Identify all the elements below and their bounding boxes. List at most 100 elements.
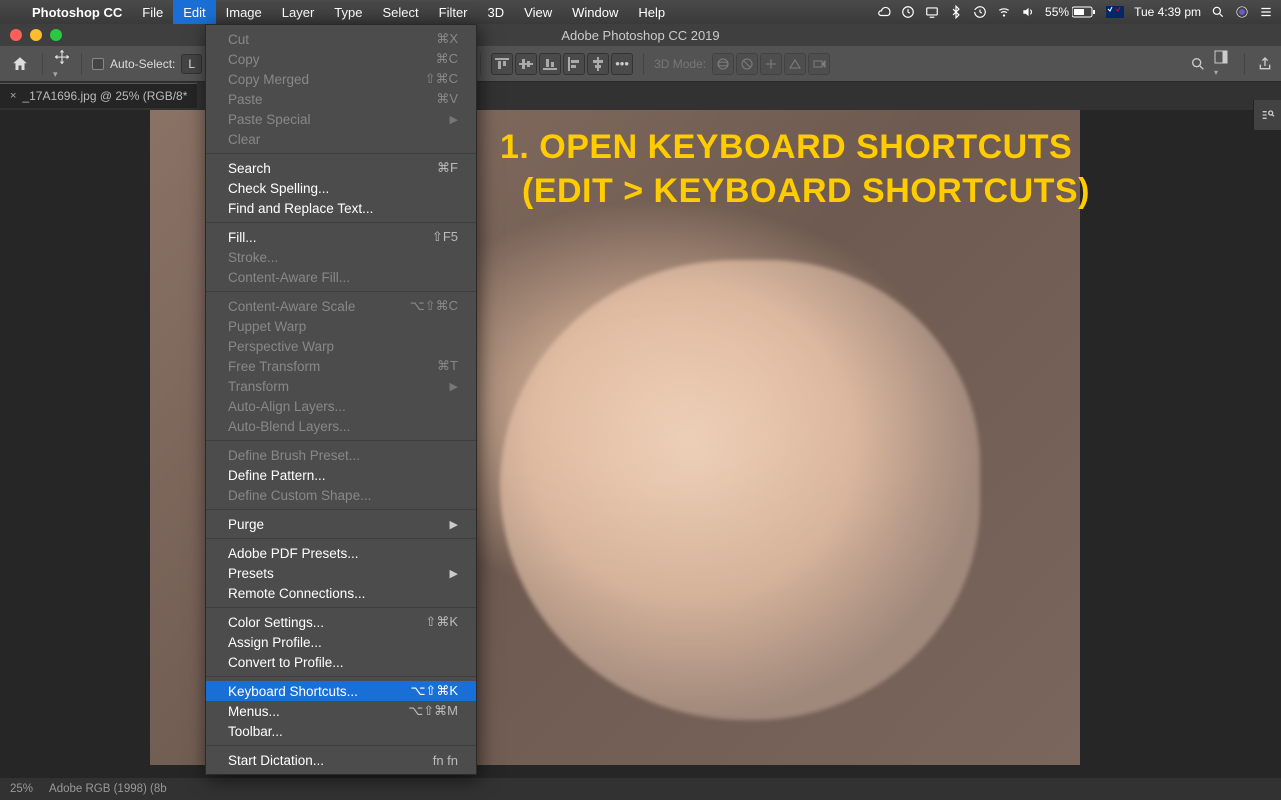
menu-item-shortcut: ⇧⌘C bbox=[425, 71, 458, 87]
options-bar: ▾ Auto-Select: L ••• 3D Mode: ▾ bbox=[0, 46, 1281, 82]
zoom-level[interactable]: 25% bbox=[10, 783, 33, 795]
auto-select-checkbox[interactable] bbox=[92, 58, 104, 70]
menu-item-color-settings[interactable]: Color Settings...⇧⌘K bbox=[206, 612, 476, 632]
menu-image[interactable]: Image bbox=[216, 0, 272, 24]
menu-item-label: Paste Special bbox=[228, 112, 450, 127]
menu-item-label: Convert to Profile... bbox=[228, 655, 458, 670]
menu-item-menus[interactable]: Menus...⌥⇧⌘M bbox=[206, 701, 476, 721]
align-bottom-button[interactable] bbox=[539, 53, 561, 75]
search-icon[interactable] bbox=[1190, 56, 1206, 72]
bluetooth-icon[interactable] bbox=[949, 5, 963, 19]
close-tab-icon[interactable]: × bbox=[10, 90, 16, 102]
menu-divider bbox=[206, 607, 476, 608]
menu-item-define-pattern[interactable]: Define Pattern... bbox=[206, 465, 476, 485]
menu-item-presets[interactable]: Presets▶ bbox=[206, 563, 476, 583]
menu-layer[interactable]: Layer bbox=[272, 0, 325, 24]
menu-help[interactable]: Help bbox=[628, 0, 675, 24]
align-left-button[interactable] bbox=[563, 53, 585, 75]
menubar-status-area: 55% Tue 4:39 pm bbox=[877, 5, 1273, 19]
menu-item-label: Content-Aware Fill... bbox=[228, 270, 458, 285]
move-tool-icon[interactable]: ▾ bbox=[53, 48, 71, 80]
menu-item-start-dictation[interactable]: Start Dictation...fn fn bbox=[206, 750, 476, 770]
menu-item-label: Define Pattern... bbox=[228, 468, 458, 483]
menu-item-label: Cut bbox=[228, 32, 436, 47]
properties-panel-toggle[interactable] bbox=[1253, 100, 1281, 130]
home-button[interactable] bbox=[8, 52, 32, 76]
menu-item-define-custom-shape: Define Custom Shape... bbox=[206, 485, 476, 505]
menu-item-content-aware-fill: Content-Aware Fill... bbox=[206, 267, 476, 287]
threed-roll-button[interactable] bbox=[736, 53, 758, 75]
align-top-button[interactable] bbox=[491, 53, 513, 75]
volume-icon[interactable] bbox=[1021, 5, 1035, 19]
siri-icon[interactable] bbox=[1235, 5, 1249, 19]
menu-item-shortcut: ⌘T bbox=[437, 358, 458, 374]
threed-mode-label: 3D Mode: bbox=[654, 57, 706, 71]
align-button-group: ••• bbox=[491, 53, 633, 75]
menu-item-shortcut: ⌘V bbox=[436, 91, 458, 107]
siri-sync-icon[interactable] bbox=[901, 5, 915, 19]
menu-item-label: Menus... bbox=[228, 704, 408, 719]
menu-item-fill[interactable]: Fill...⇧F5 bbox=[206, 227, 476, 247]
menu-divider bbox=[206, 291, 476, 292]
menu-item-label: Clear bbox=[228, 132, 458, 147]
menu-item-shortcut: ⇧F5 bbox=[432, 229, 458, 245]
align-vcenter-button[interactable] bbox=[515, 53, 537, 75]
spotlight-icon[interactable] bbox=[1211, 5, 1225, 19]
menu-item-remote-connections[interactable]: Remote Connections... bbox=[206, 583, 476, 603]
menu-filter[interactable]: Filter bbox=[429, 0, 478, 24]
menu-item-purge[interactable]: Purge▶ bbox=[206, 514, 476, 534]
notifications-icon[interactable] bbox=[1259, 5, 1273, 19]
menu-window[interactable]: Window bbox=[562, 0, 628, 24]
menu-item-toolbar[interactable]: Toolbar... bbox=[206, 721, 476, 741]
menu-item-stroke: Stroke... bbox=[206, 247, 476, 267]
threed-button-group bbox=[712, 53, 830, 75]
menu-item-keyboard-shortcuts[interactable]: Keyboard Shortcuts...⌥⇧⌘K bbox=[206, 681, 476, 701]
menu-item-cut: Cut⌘X bbox=[206, 29, 476, 49]
menu-item-label: Auto-Blend Layers... bbox=[228, 419, 458, 434]
threed-slide-button[interactable] bbox=[784, 53, 806, 75]
menu-item-paste: Paste⌘V bbox=[206, 89, 476, 109]
menu-item-search[interactable]: Search⌘F bbox=[206, 158, 476, 178]
battery-indicator[interactable]: 55% bbox=[1045, 5, 1096, 19]
document-tab[interactable]: × _17A1696.jpg @ 25% (RGB/8* bbox=[0, 83, 197, 108]
annotation-overlay: 1. OPEN KEYBOARD SHORTCUTS (EDIT > KEYBO… bbox=[500, 125, 1090, 213]
cloud-icon[interactable] bbox=[877, 5, 891, 19]
menu-item-label: Keyboard Shortcuts... bbox=[228, 684, 410, 699]
display-icon[interactable] bbox=[925, 5, 939, 19]
menu-item-adobe-pdf-presets[interactable]: Adobe PDF Presets... bbox=[206, 543, 476, 563]
app-name[interactable]: Photoshop CC bbox=[22, 5, 132, 20]
menu-3d[interactable]: 3D bbox=[478, 0, 515, 24]
workspace-switcher-button[interactable]: ▾ bbox=[1214, 50, 1232, 78]
timemachine-icon[interactable] bbox=[973, 5, 987, 19]
menu-item-find-and-replace-text[interactable]: Find and Replace Text... bbox=[206, 198, 476, 218]
menu-type[interactable]: Type bbox=[324, 0, 372, 24]
menu-select[interactable]: Select bbox=[372, 0, 428, 24]
menu-item-label: Puppet Warp bbox=[228, 319, 458, 334]
edit-menu-dropdown: Cut⌘XCopy⌘CCopy Merged⇧⌘CPaste⌘VPaste Sp… bbox=[205, 24, 477, 775]
threed-orbit-button[interactable] bbox=[712, 53, 734, 75]
align-hcenter-button[interactable] bbox=[587, 53, 609, 75]
align-more-button[interactable]: ••• bbox=[611, 53, 633, 75]
menu-item-check-spelling[interactable]: Check Spelling... bbox=[206, 178, 476, 198]
menu-view[interactable]: View bbox=[514, 0, 562, 24]
share-button[interactable] bbox=[1257, 56, 1273, 72]
threed-pan-button[interactable] bbox=[760, 53, 782, 75]
wifi-icon[interactable] bbox=[997, 5, 1011, 19]
menu-item-label: Copy bbox=[228, 52, 436, 67]
threed-zoom-button[interactable] bbox=[808, 53, 830, 75]
menu-item-shortcut: ⌥⇧⌘C bbox=[410, 298, 458, 314]
status-bar: 25% Adobe RGB (1998) (8b bbox=[0, 778, 1281, 800]
auto-select-dropdown[interactable]: L bbox=[181, 54, 202, 74]
menu-file[interactable]: File bbox=[132, 0, 173, 24]
submenu-arrow-icon: ▶ bbox=[450, 113, 458, 126]
menu-item-assign-profile[interactable]: Assign Profile... bbox=[206, 632, 476, 652]
menu-item-shortcut: ⌘F bbox=[437, 160, 458, 176]
menu-edit[interactable]: Edit bbox=[173, 0, 215, 24]
menu-item-label: Color Settings... bbox=[228, 615, 425, 630]
clock[interactable]: Tue 4:39 pm bbox=[1134, 5, 1201, 19]
menu-item-convert-to-profile[interactable]: Convert to Profile... bbox=[206, 652, 476, 672]
menu-item-label: Content-Aware Scale bbox=[228, 299, 410, 314]
menu-item-label: Start Dictation... bbox=[228, 753, 433, 768]
menu-item-auto-align-layers: Auto-Align Layers... bbox=[206, 396, 476, 416]
flag-icon[interactable] bbox=[1106, 6, 1124, 18]
